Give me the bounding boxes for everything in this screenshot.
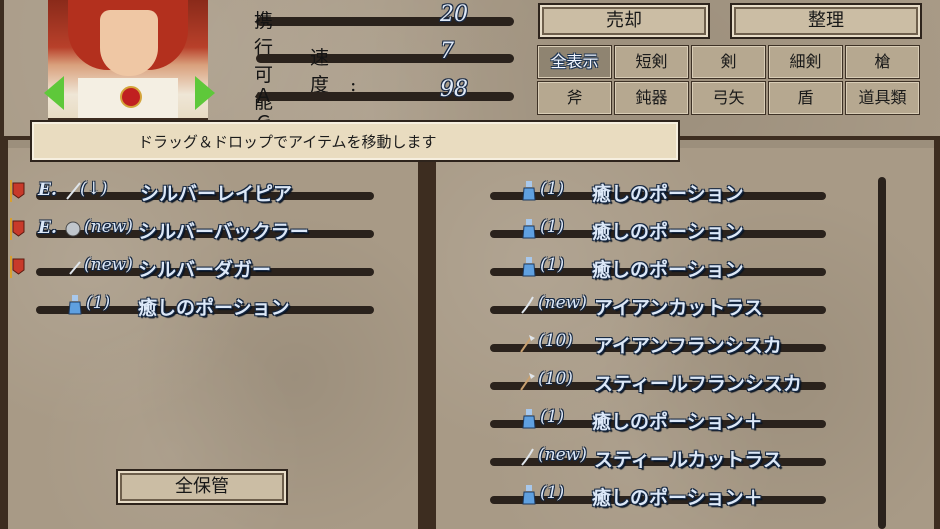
item-name: 癒しのポーション xyxy=(138,297,290,319)
list-item[interactable]: E. (new) シルバーバックラー xyxy=(8,216,378,246)
hint-banner: ドラッグ＆ドロップでアイテムを移動します xyxy=(30,120,680,162)
list-item[interactable]: (1) 癒しのポーション xyxy=(488,254,828,284)
item-name: 癒しのポーション xyxy=(592,221,744,243)
filter-axe[interactable]: 斧 xyxy=(537,81,612,115)
potion-icon xyxy=(522,181,536,201)
category-filter-grid: 全表示 短剣 剣 細剣 槍 斧 鈍器 弓矢 盾 道具類 xyxy=(537,45,920,117)
frame-edge xyxy=(0,0,4,140)
list-item[interactable]: E. (↓) シルバーレイピア xyxy=(8,178,378,208)
item-name: スティールフランシスカ xyxy=(594,373,802,395)
sort-button[interactable]: 整理 xyxy=(730,3,922,39)
filter-blunt[interactable]: 鈍器 xyxy=(614,81,689,115)
list-item[interactable]: (1) 癒しのポーション xyxy=(488,216,828,246)
panel-divider xyxy=(418,140,436,529)
filter-rapier[interactable]: 細剣 xyxy=(768,45,843,79)
stat-label-speed: 速度 : xyxy=(310,47,358,96)
list-item[interactable]: (new) アイアンカットラス xyxy=(488,292,828,322)
item-name: 癒しのポーション xyxy=(592,183,744,205)
equip-mark: E. xyxy=(38,218,57,238)
hint-text: ドラッグ＆ドロップでアイテムを移動します xyxy=(138,133,437,151)
stat-bar xyxy=(256,54,514,63)
character-portrait xyxy=(48,0,208,120)
stat-value-act: 98 xyxy=(440,77,468,102)
item-name: 癒しのポーション＋ xyxy=(592,487,763,509)
filter-tools[interactable]: 道具類 xyxy=(845,81,920,115)
potion-icon xyxy=(522,485,536,505)
list-item[interactable]: (new) スティールカットラス xyxy=(488,444,828,474)
stat-bar xyxy=(256,92,514,101)
previous-character-arrow-icon[interactable] xyxy=(44,76,64,110)
potion-icon xyxy=(522,257,536,277)
buckler-icon xyxy=(65,221,81,237)
filter-bow[interactable]: 弓矢 xyxy=(691,81,766,115)
item-name: 癒しのポーション＋ xyxy=(592,411,763,433)
portrait-face xyxy=(100,10,158,76)
cutlass-icon xyxy=(521,448,534,466)
potion-icon xyxy=(522,409,536,429)
item-name: シルバーレイピア xyxy=(140,183,293,205)
filter-shield[interactable]: 盾 xyxy=(768,81,843,115)
item-name: スティールカットラス xyxy=(594,449,782,471)
cutlass-icon xyxy=(521,296,534,314)
frame-edge xyxy=(0,140,8,529)
next-character-arrow-icon[interactable] xyxy=(195,76,215,110)
potion-icon xyxy=(68,295,82,315)
stat-bar xyxy=(256,17,514,26)
portrait-gem xyxy=(120,86,142,108)
filter-all[interactable]: 全表示 xyxy=(537,45,612,79)
stat-value-speed: 7 xyxy=(440,39,454,64)
list-item[interactable]: (1) 癒しのポーション＋ xyxy=(488,406,828,436)
frame-edge xyxy=(934,140,940,529)
list-item[interactable]: (new) シルバーダガー xyxy=(8,254,378,284)
list-item[interactable]: (1) 癒しのポーション＋ xyxy=(488,482,828,512)
item-quantity: (1) xyxy=(540,217,565,237)
item-quantity: (new) xyxy=(84,217,133,237)
item-name: アイアンフランシスカ xyxy=(594,335,782,357)
item-quantity: (new) xyxy=(538,445,587,465)
axe-icon xyxy=(520,373,535,391)
list-item[interactable]: (1) 癒しのポーション xyxy=(488,178,828,208)
equip-mark: E. xyxy=(38,180,57,200)
item-quantity: (new) xyxy=(538,293,587,313)
item-name: 癒しのポーション xyxy=(592,259,744,281)
equipped-flag-icon xyxy=(10,180,25,202)
item-quantity: (1) xyxy=(540,179,565,199)
item-name: シルバーダガー xyxy=(138,259,272,281)
item-quantity: (↓) xyxy=(80,179,108,199)
potion-icon xyxy=(522,219,536,239)
item-name: シルバーバックラー xyxy=(138,221,309,243)
list-item[interactable]: (10) スティールフランシスカ xyxy=(488,368,828,398)
list-item[interactable]: (1) 癒しのポーション xyxy=(8,292,378,322)
filter-spear[interactable]: 槍 xyxy=(845,45,920,79)
item-quantity: (1) xyxy=(540,483,565,503)
dagger-icon xyxy=(69,261,81,275)
item-quantity: (10) xyxy=(538,369,573,389)
list-item[interactable]: (10) アイアンフランシスカ xyxy=(488,330,828,360)
storage-scrollbar[interactable] xyxy=(878,177,886,529)
filter-sword[interactable]: 剣 xyxy=(691,45,766,79)
sell-button[interactable]: 売却 xyxy=(538,3,710,39)
item-quantity: (1) xyxy=(540,407,565,427)
item-quantity: (1) xyxy=(540,255,565,275)
stat-value-weight: 20 xyxy=(440,2,468,27)
item-quantity: (new) xyxy=(84,255,133,275)
axe-icon xyxy=(520,335,535,353)
item-quantity: (1) xyxy=(86,293,111,313)
store-all-button[interactable]: 全保管 xyxy=(116,469,288,505)
item-name: アイアンカットラス xyxy=(594,297,763,319)
item-quantity: (10) xyxy=(538,331,573,351)
filter-dagger[interactable]: 短剣 xyxy=(614,45,689,79)
equipped-flag-icon xyxy=(10,256,25,278)
equipped-flag-icon xyxy=(10,218,25,240)
